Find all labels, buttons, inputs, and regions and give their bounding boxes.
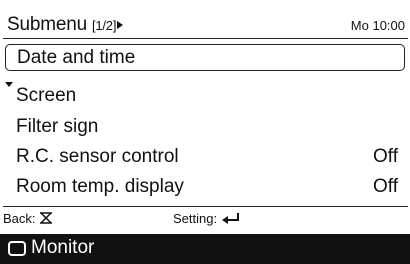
menu-item-label: Filter sign [16, 116, 99, 137]
menu-item-rc-sensor-control[interactable]: R.C. sensor control Off [16, 142, 406, 172]
page-indicator: [1/2] [91, 18, 117, 33]
enter-icon [221, 213, 239, 224]
menu-item-value: Off [373, 146, 398, 167]
menu-item-screen[interactable]: Screen [16, 81, 406, 111]
monitor-icon [8, 241, 26, 256]
header: Submenu [1/2] Mo 10:00 [3, 12, 408, 39]
back-label: Back: [3, 211, 36, 226]
monitor-label: Monitor [31, 237, 95, 258]
monitor-bar[interactable]: Monitor [0, 234, 410, 264]
menu-item-value: Off [373, 176, 398, 197]
menu-item-date-and-time[interactable]: Date and time [5, 44, 405, 71]
page-title: Submenu [1/2] [7, 14, 124, 36]
back-hint: Back: [3, 211, 53, 226]
menu-item-room-temp-display[interactable]: Room temp. display Off [16, 172, 406, 202]
remote-controller-screen: Submenu [1/2] Mo 10:00 Date and time Scre… [0, 0, 410, 264]
menu-item-label: R.C. sensor control [16, 146, 179, 167]
clock: Mo 10:00 [350, 18, 405, 33]
setting-hint: Setting: [173, 211, 241, 226]
title-text: Submenu [7, 14, 87, 35]
footer-hints: Back: Setting: [3, 206, 408, 233]
menu-item-label: Date and time [17, 47, 136, 68]
menu-item-label: Screen [16, 85, 77, 106]
scroll-up-indicator-icon [5, 82, 13, 87]
menu-item-label: Room temp. display [16, 176, 184, 197]
cancel-button-icon [40, 212, 53, 224]
next-page-arrow-icon [117, 21, 124, 29]
setting-label: Setting: [173, 211, 218, 226]
menu-item-filter-sign[interactable]: Filter sign [16, 112, 406, 142]
